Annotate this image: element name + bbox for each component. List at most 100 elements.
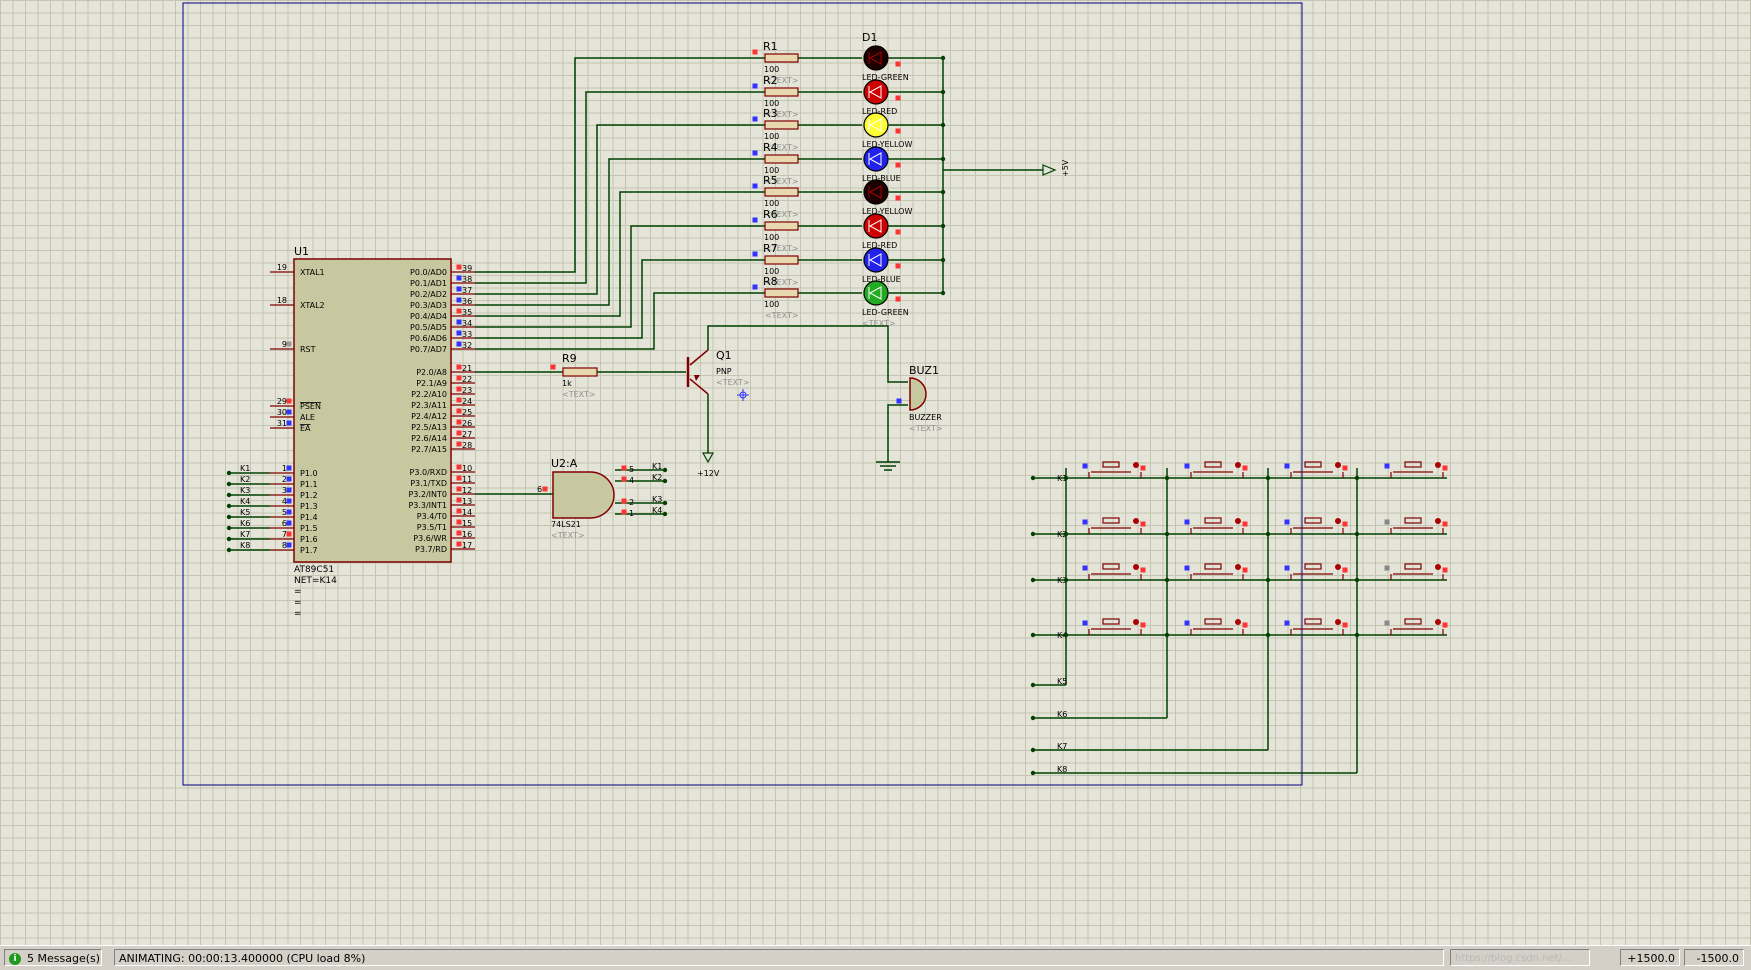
- pin-state-marker: [456, 441, 462, 447]
- resistor-body: [764, 255, 799, 265]
- mcu-pin-name: P3.4/T0: [417, 512, 447, 521]
- r9-value: 1k: [562, 379, 572, 388]
- led-ref: D1: [862, 31, 877, 44]
- p1-net-label: K7: [240, 530, 250, 539]
- pin-state-marker: [456, 497, 462, 503]
- mcu-pin-number: 18: [277, 296, 287, 305]
- q1-buzzer-wire: [707, 325, 908, 383]
- pin-state-marker: [1140, 622, 1146, 628]
- switch-button-symbol: [1304, 461, 1322, 468]
- q1-collector-leg: [689, 349, 709, 366]
- coord-y: -1500.0: [1696, 952, 1739, 965]
- mcu-pin-number: 8: [282, 541, 287, 550]
- pin-state-marker: [286, 498, 292, 504]
- pin-state-marker: [286, 542, 292, 548]
- pin-state-marker: [456, 341, 462, 347]
- pin-state-marker: [1284, 620, 1290, 626]
- mcu-pin-number: 11: [462, 475, 472, 484]
- mcu-pin-name: P3.6/WR: [413, 534, 447, 543]
- mcu-eq-label: =: [294, 587, 302, 597]
- pin-state-marker: [1140, 521, 1146, 527]
- mcu-pin-name: RST: [300, 345, 316, 354]
- pin-state-marker: [1384, 565, 1390, 571]
- switch-button-symbol: [1102, 618, 1120, 625]
- mcu-pin-name: P0.5/AD5: [410, 323, 447, 332]
- mcu-pin-number: 39: [462, 264, 472, 273]
- gate-net-label: K1: [652, 462, 662, 471]
- resistor-ref: R4: [763, 141, 778, 154]
- gate-pin-number: 4: [629, 476, 634, 485]
- schematic-canvas[interactable]: U1 AT89C51 NET=K14 = = = 19 XTAL1 18 XTAL2 9 RST 29 P…: [0, 0, 1751, 945]
- net-terminal: [662, 467, 668, 473]
- mcu-pin-name: P2.4/A12: [411, 412, 447, 421]
- pin-state-marker: [895, 263, 901, 269]
- junction-dot: [1265, 632, 1271, 638]
- mcu-pin-name: P1.5: [300, 524, 318, 533]
- resistor-value: 100: [764, 233, 779, 242]
- mcu-pin-number: 7: [282, 530, 287, 539]
- resistor-ref: R7: [763, 242, 778, 255]
- mcu-pin-number: 37: [462, 286, 472, 295]
- switch-button-symbol: [1204, 461, 1222, 468]
- pin-state-marker: [1442, 567, 1448, 573]
- resistor-ref: R6: [763, 208, 778, 221]
- pin-state-marker: [1342, 622, 1348, 628]
- pin-state-marker: [752, 251, 758, 257]
- switch-state-marker: [1335, 462, 1341, 468]
- pin-state-marker: [752, 83, 758, 89]
- net-terminal: [662, 478, 668, 484]
- led-body: [863, 45, 889, 71]
- resistor-body: [764, 221, 799, 231]
- junction-dot: [1063, 531, 1069, 537]
- pin-state-marker: [456, 308, 462, 314]
- mcu-pin-number: 2: [282, 475, 287, 484]
- net-terminal: [226, 547, 232, 553]
- mcu-pin-name: P2.6/A14: [411, 434, 447, 443]
- mcu-pin-number: 1: [282, 464, 287, 473]
- led-body: [863, 179, 889, 205]
- messages-count: 5 Message(s): [27, 952, 101, 965]
- pin-state-marker: [1242, 465, 1248, 471]
- junction-dot: [1265, 475, 1271, 481]
- mcu-pin-number: 29: [277, 397, 287, 406]
- buzzer-ground-wire: [887, 404, 908, 462]
- switch-button-symbol: [1404, 517, 1422, 524]
- pin-state-marker: [1442, 465, 1448, 471]
- mcu-eq-label: =: [294, 609, 302, 619]
- gate-net-label: K3: [652, 495, 662, 504]
- mcu-pin-number: 35: [462, 308, 472, 317]
- switch-state-marker: [1335, 564, 1341, 570]
- mcu-pin-number: 36: [462, 297, 472, 306]
- net-terminal: [226, 481, 232, 487]
- gate-part: 74LS21: [551, 520, 581, 529]
- mcu-pin-name: P0.4/AD4: [410, 312, 447, 321]
- mcu-pin-name: P0.1/AD1: [410, 279, 447, 288]
- mcu-pin-number: 10: [462, 464, 472, 473]
- pin-state-marker: [621, 465, 627, 471]
- mcu-pin-name: P3.1/TXD: [410, 479, 447, 488]
- pin-state-marker: [1082, 463, 1088, 469]
- pin-state-marker: [456, 530, 462, 536]
- pin-state-marker: [456, 486, 462, 492]
- mcu-pin-number: 23: [462, 386, 472, 395]
- mcu-pin-number: 12: [462, 486, 472, 495]
- mcu-pin-number: 16: [462, 530, 472, 539]
- pin-state-marker: [752, 183, 758, 189]
- switch-button-symbol: [1102, 461, 1120, 468]
- pin-state-marker: [1384, 519, 1390, 525]
- switch-button-symbol: [1204, 517, 1222, 524]
- p1-net-label: K4: [240, 497, 250, 506]
- switch-state-marker: [1133, 619, 1139, 625]
- resistor-ref: R3: [763, 107, 778, 120]
- mcu-pin-name: P3.2/INT0: [408, 490, 447, 499]
- switch-state-marker: [1235, 619, 1241, 625]
- pin-state-marker: [286, 398, 292, 404]
- mcu-pin-number: 31: [277, 419, 287, 428]
- mcu-pin-name: P1.0: [300, 469, 318, 478]
- mcu-pin-number: 30: [277, 408, 287, 417]
- p1-net-label: K1: [240, 464, 250, 473]
- mcu-pin-name: P0.3/AD3: [410, 301, 447, 310]
- mcu-pin-name: P1.2: [300, 491, 318, 500]
- pin-state-marker: [1342, 567, 1348, 573]
- messages-panel[interactable]: i 5 Message(s): [4, 949, 102, 966]
